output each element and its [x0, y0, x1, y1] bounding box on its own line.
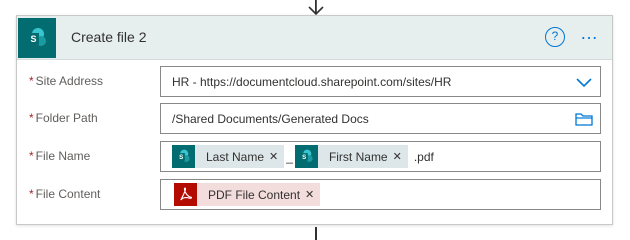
dynamic-content-token[interactable]: S Last Name ✕	[172, 145, 285, 168]
more-options-button[interactable]: …	[580, 24, 606, 46]
token-label: Last Name	[206, 149, 265, 164]
folder-path-row: * Folder Path /Shared Documents/Generated…	[17, 103, 612, 135]
file-name-label-text: File Name	[35, 149, 91, 163]
svg-text:S: S	[179, 154, 183, 161]
required-marker: *	[29, 187, 34, 201]
file-name-row: * File Name S Last Name ✕ _ S First Name…	[17, 141, 612, 173]
flow-connector-bottom	[315, 227, 317, 240]
sharepoint-icon: S	[18, 18, 56, 58]
remove-token-icon[interactable]: ✕	[393, 150, 408, 163]
remove-token-icon[interactable]: ✕	[305, 188, 320, 201]
file-content-row: * File Content PDF File Content ✕	[17, 179, 612, 211]
dynamic-content-token[interactable]: PDF File Content ✕	[174, 183, 321, 206]
adobe-pdf-icon	[174, 183, 197, 206]
required-marker: *	[29, 149, 34, 163]
site-address-label: * Site Address	[29, 74, 103, 88]
arrow-down-icon	[308, 0, 324, 16]
folder-path-input[interactable]: /Shared Documents/Generated Docs	[160, 103, 601, 134]
file-name-label: * File Name	[29, 149, 90, 163]
token-label: PDF File Content	[208, 187, 301, 202]
chevron-down-icon[interactable]	[576, 75, 592, 89]
file-content-label-text: File Content	[35, 187, 101, 201]
sharepoint-icon: S	[172, 145, 195, 168]
action-card: S Create file 2 ? … * Site Address HR - h…	[16, 15, 613, 225]
folder-path-label: * Folder Path	[29, 111, 98, 125]
file-extension-text: .pdf	[413, 149, 434, 164]
dynamic-content-token[interactable]: S First Name ✕	[294, 145, 408, 168]
file-content-input[interactable]: PDF File Content ✕	[160, 179, 601, 210]
token-label: First Name	[328, 149, 388, 164]
action-title[interactable]: Create file 2	[71, 29, 146, 45]
site-address-row: * Site Address HR - https://documentcloud…	[17, 66, 612, 98]
site-address-value: HR - https://documentcloud.sharepoint.co…	[172, 74, 452, 89]
site-address-label-text: Site Address	[35, 74, 104, 88]
required-marker: *	[29, 74, 34, 88]
sharepoint-icon: S	[294, 145, 318, 168]
folder-path-label-text: Folder Path	[35, 111, 98, 125]
file-content-label: * File Content	[29, 187, 100, 201]
site-address-dropdown[interactable]: HR - https://documentcloud.sharepoint.co…	[160, 66, 601, 97]
separator-text: _	[286, 149, 293, 164]
action-card-header[interactable]: S Create file 2 ? …	[17, 16, 612, 60]
folder-icon[interactable]	[575, 112, 593, 126]
folder-path-value: /Shared Documents/Generated Docs	[172, 111, 369, 126]
required-marker: *	[29, 111, 34, 125]
file-name-input[interactable]: S Last Name ✕ _ S First Name ✕ .pdf	[160, 141, 601, 172]
help-button[interactable]: ?	[545, 27, 565, 47]
remove-token-icon[interactable]: ✕	[269, 150, 284, 163]
svg-text:S: S	[302, 154, 306, 161]
svg-text:S: S	[30, 34, 36, 44]
